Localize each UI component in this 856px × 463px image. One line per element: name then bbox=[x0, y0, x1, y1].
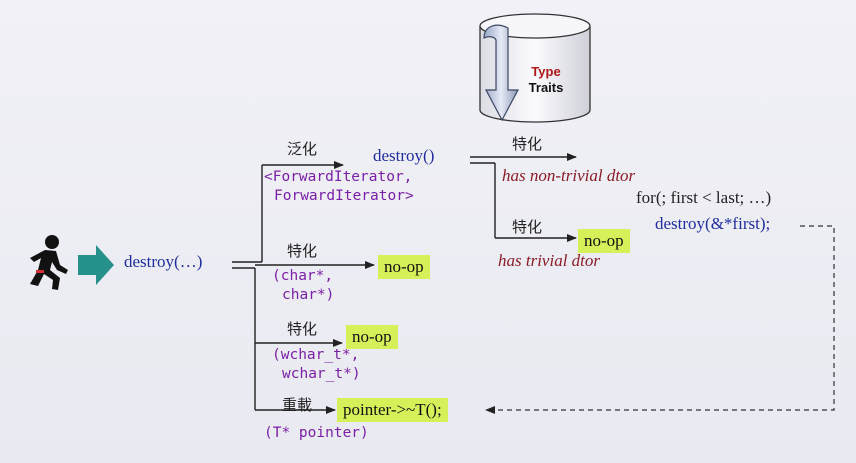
char-param-1: (char*, bbox=[272, 268, 334, 284]
running-figure-icon bbox=[30, 235, 68, 290]
overload-tag: 重載 bbox=[282, 396, 313, 414]
loop-line-2: destroy(&*first); bbox=[655, 214, 771, 233]
loop-line-1: for(; first < last; …) bbox=[636, 188, 772, 207]
generic-tag: 泛化 bbox=[287, 140, 318, 158]
traits-line1: Type bbox=[531, 64, 561, 79]
wchar-noop: no-op bbox=[346, 325, 398, 349]
trunk-lines bbox=[232, 165, 263, 410]
teal-entry-arrow bbox=[78, 245, 114, 285]
generic-destroy-func: destroy() bbox=[373, 146, 435, 165]
generic-params: <ForwardIterator, ForwardIterator> bbox=[264, 168, 414, 206]
generic-param-2: ForwardIterator> bbox=[274, 188, 414, 204]
trivial-tag: 特化 bbox=[512, 218, 543, 236]
overload-destructor-call: pointer->~T(); bbox=[337, 398, 448, 422]
trivial-noop: no-op bbox=[578, 229, 630, 253]
overload-params: (T* pointer) bbox=[264, 425, 369, 441]
wchar-param-2: wchar_t*) bbox=[282, 366, 361, 382]
generic-param-1: <ForwardIterator, bbox=[264, 169, 413, 185]
char-param-2: char*) bbox=[282, 287, 335, 303]
nontrivial-label: has non-trivial dtor bbox=[502, 166, 636, 185]
char-tag: 特化 bbox=[287, 242, 318, 260]
wchar-tag: 特化 bbox=[287, 320, 318, 338]
wchar-params: (wchar_t*, wchar_t*) bbox=[272, 346, 361, 384]
nontrivial-tag: 特化 bbox=[512, 135, 543, 153]
traits-line2: Traits bbox=[528, 80, 564, 95]
entry-destroy-call: destroy(…) bbox=[124, 252, 203, 271]
char-params: (char*, char*) bbox=[272, 267, 334, 305]
trivial-label: has trivial dtor bbox=[498, 251, 601, 270]
char-noop: no-op bbox=[378, 255, 430, 279]
